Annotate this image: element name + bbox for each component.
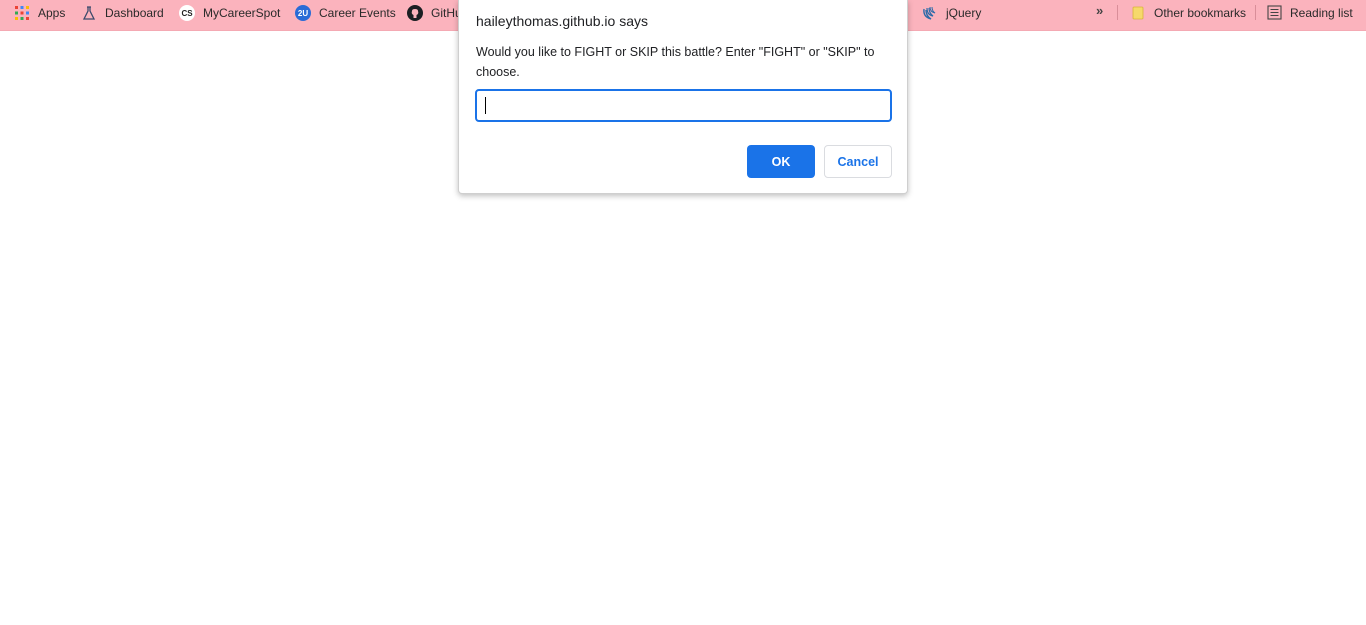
ok-button[interactable]: OK [747,145,815,178]
jquery-icon [922,5,938,21]
reading-list-label: Reading list [1290,5,1353,20]
folder-icon [1130,5,1146,21]
dialog-title: haileythomas.github.io says [476,13,648,29]
cs-logo-icon: CS [179,4,195,21]
cs-logo-text: CS [181,9,193,18]
bookmarks-overflow-chevron-icon[interactable]: » [1096,3,1103,18]
2u-logo-icon: 2U [295,4,311,21]
bookmark-mycareerspot[interactable]: CS MyCareerSpot [179,0,280,25]
bookmark-dashboard[interactable]: Dashboard [81,0,164,25]
cancel-button[interactable]: Cancel [824,145,892,178]
bookmark-label: Apps [38,5,66,20]
bookmarks-divider [1255,5,1256,20]
bookmark-github[interactable]: GitHu [407,0,462,25]
reading-list-button[interactable]: Reading list [1266,0,1353,25]
bookmark-label: Other bookmarks [1154,5,1247,20]
bookmark-label: jQuery [946,5,982,20]
bookmark-jquery[interactable]: jQuery [922,0,981,25]
bookmark-label: Career Events [319,5,396,20]
dialog-message: Would you like to FIGHT or SKIP this bat… [476,45,875,79]
2u-logo-text: 2U [298,9,308,18]
bookmark-label: Dashboard [105,5,164,20]
text-caret [485,97,486,114]
bookmark-career-events[interactable]: 2U Career Events [295,0,396,25]
apps-grid-icon [14,5,30,21]
prompt-input[interactable] [475,89,892,122]
bookmark-apps[interactable]: Apps [14,0,65,25]
dashboard-flask-icon [81,5,97,21]
bookmarks-divider [1117,5,1118,20]
bookmark-other-bookmarks[interactable]: Other bookmarks [1130,0,1246,25]
github-icon [407,4,423,21]
prompt-dialog: haileythomas.github.io says Would you li… [458,0,908,194]
reading-list-icon [1266,5,1282,21]
browser-page: Apps Dashboard CS MyCareerSpot 2U Career… [0,0,1366,625]
bookmark-label: MyCareerSpot [203,5,281,20]
